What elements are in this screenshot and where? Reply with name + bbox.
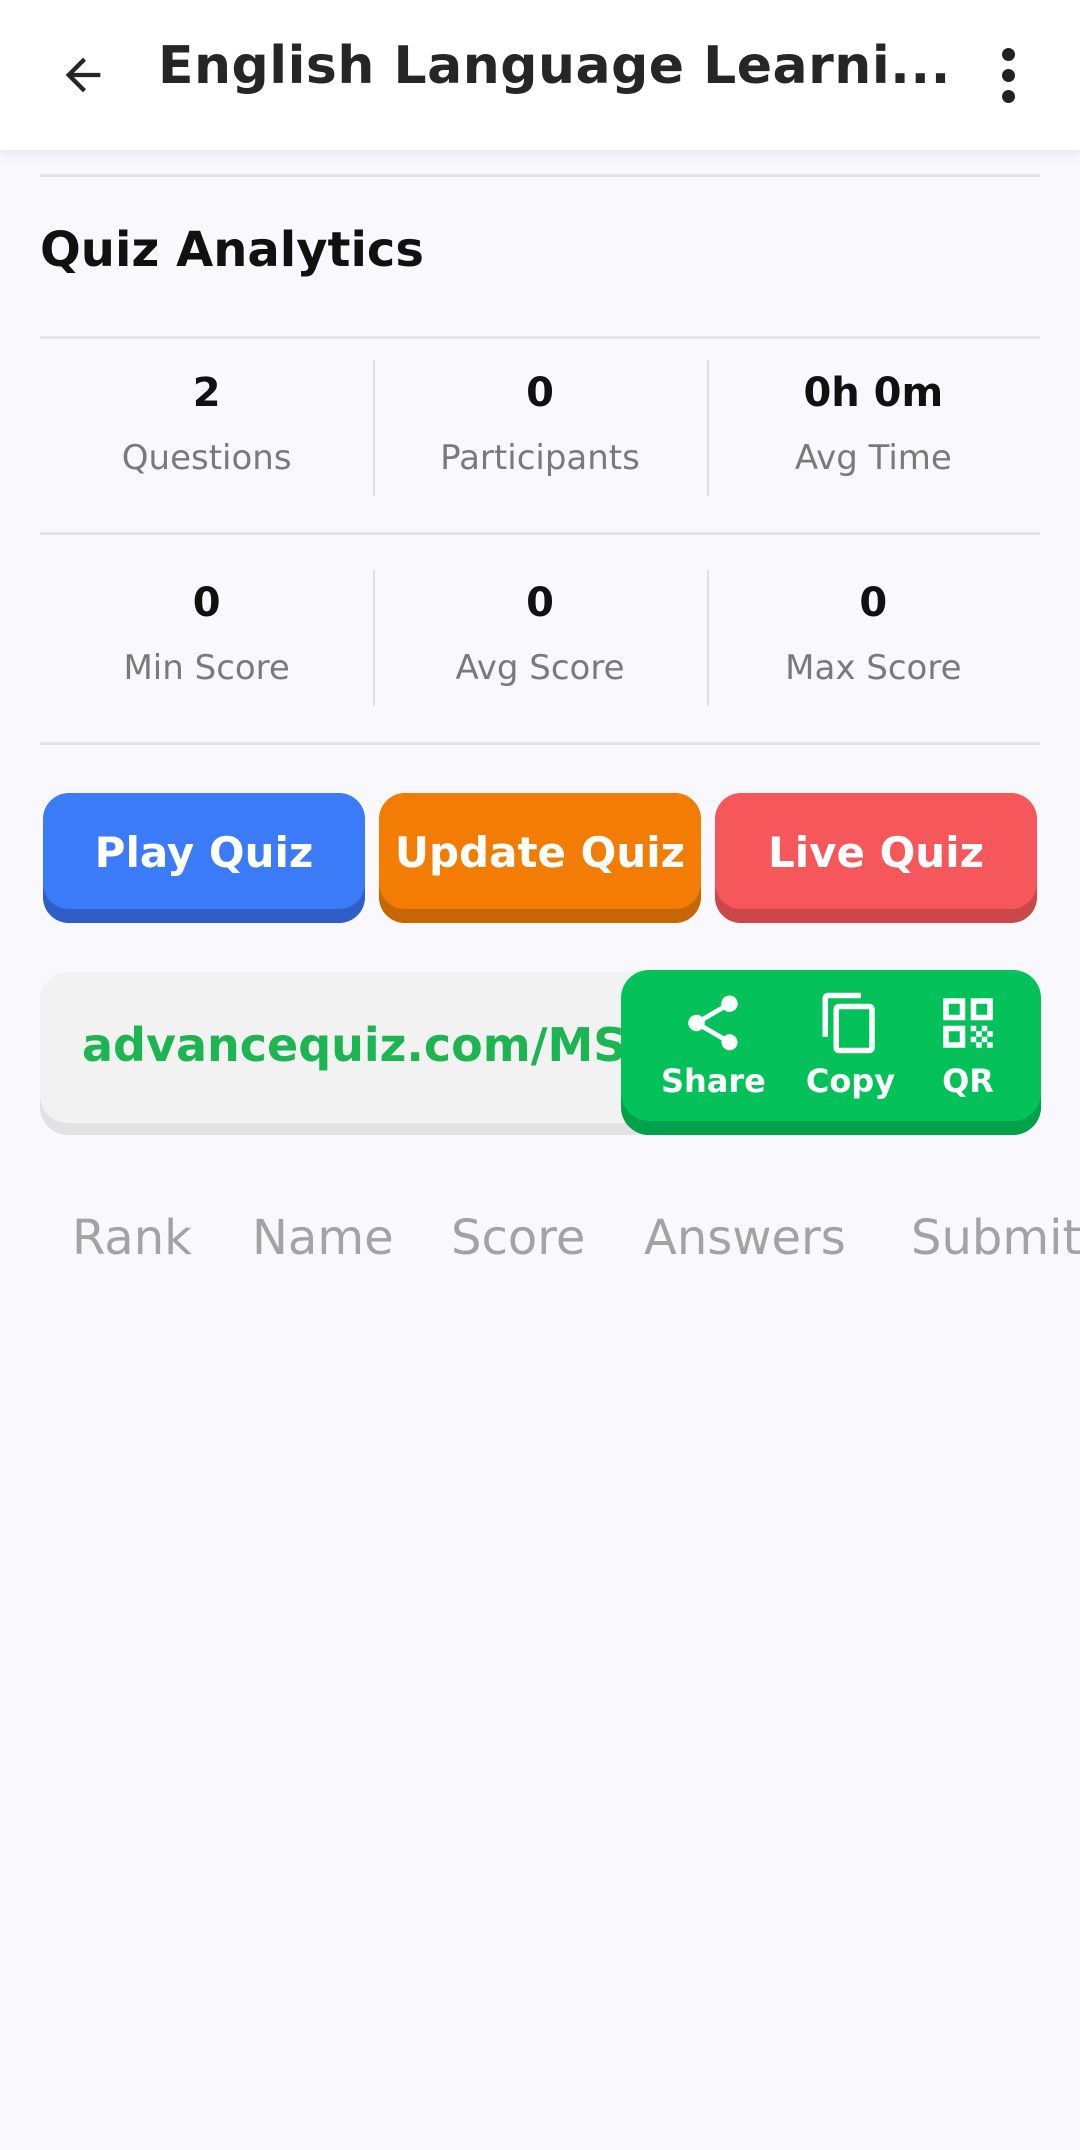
divider: [40, 336, 1040, 339]
qr-code-icon: [943, 998, 993, 1048]
stat-max-score: 0 Max Score: [706, 570, 1040, 710]
page-title: English Language Learni...: [158, 36, 951, 96]
stat-min-score: 0 Min Score: [40, 570, 373, 710]
arrow-left-icon: [65, 57, 101, 93]
divider: [40, 532, 1040, 535]
leaderboard-header: Rank Name Score Answers Submit: [0, 1210, 1080, 1270]
divider: [40, 174, 1040, 177]
column-header-submit[interactable]: Submit: [911, 1210, 1080, 1266]
stats-row: 0 Min Score 0 Avg Score 0 Max Score: [40, 570, 1040, 710]
play-quiz-button[interactable]: Play Quiz: [43, 793, 365, 923]
column-header-rank[interactable]: Rank: [72, 1210, 192, 1266]
copy-button[interactable]: Copy: [806, 970, 895, 1135]
stat-questions: 2 Questions: [40, 360, 373, 500]
back-button[interactable]: [48, 40, 118, 110]
update-quiz-button[interactable]: Update Quiz: [379, 793, 701, 923]
live-quiz-button[interactable]: Live Quiz: [715, 793, 1037, 923]
link-actions-panel: Share Copy QR: [621, 970, 1041, 1135]
column-header-answers[interactable]: Answers: [644, 1210, 846, 1266]
stat-value: 0: [526, 370, 554, 416]
stat-value: 0: [526, 580, 554, 626]
stat-participants: 0 Participants: [373, 360, 706, 500]
stat-value: 0h 0m: [803, 370, 944, 416]
share-icon: [688, 995, 739, 1051]
divider: [40, 742, 1040, 745]
stat-value: 2: [192, 370, 221, 416]
qr-button[interactable]: QR: [935, 970, 1001, 1135]
stat-value: 0: [192, 580, 221, 626]
column-header-name[interactable]: Name: [252, 1210, 394, 1266]
qr-label: QR: [942, 1062, 994, 1100]
more-options-button[interactable]: [990, 40, 1026, 110]
more-vert-icon: [1001, 47, 1015, 61]
stat-label: Avg Score: [455, 648, 625, 688]
stat-label: Participants: [440, 438, 640, 478]
quiz-link-url[interactable]: advancequiz.com/MS0: [82, 1018, 658, 1072]
stat-avg-score: 0 Avg Score: [373, 570, 706, 710]
stats-row: 2 Questions 0 Participants 0h 0m Avg Tim…: [40, 360, 1040, 500]
column-header-score[interactable]: Score: [451, 1210, 585, 1266]
app-bar: English Language Learni...: [0, 0, 1080, 150]
stat-label: Questions: [121, 438, 292, 478]
share-label: Share: [660, 1062, 766, 1100]
share-button[interactable]: Share: [661, 970, 766, 1135]
copy-label: Copy: [805, 1062, 896, 1100]
stat-label: Min Score: [123, 648, 290, 688]
stat-value: 0: [859, 580, 888, 626]
stat-label: Max Score: [785, 648, 962, 688]
copy-icon: [822, 992, 876, 1054]
section-title: Quiz Analytics: [40, 222, 424, 278]
stat-avg-time: 0h 0m Avg Time: [706, 360, 1040, 500]
stat-label: Avg Time: [794, 438, 952, 478]
